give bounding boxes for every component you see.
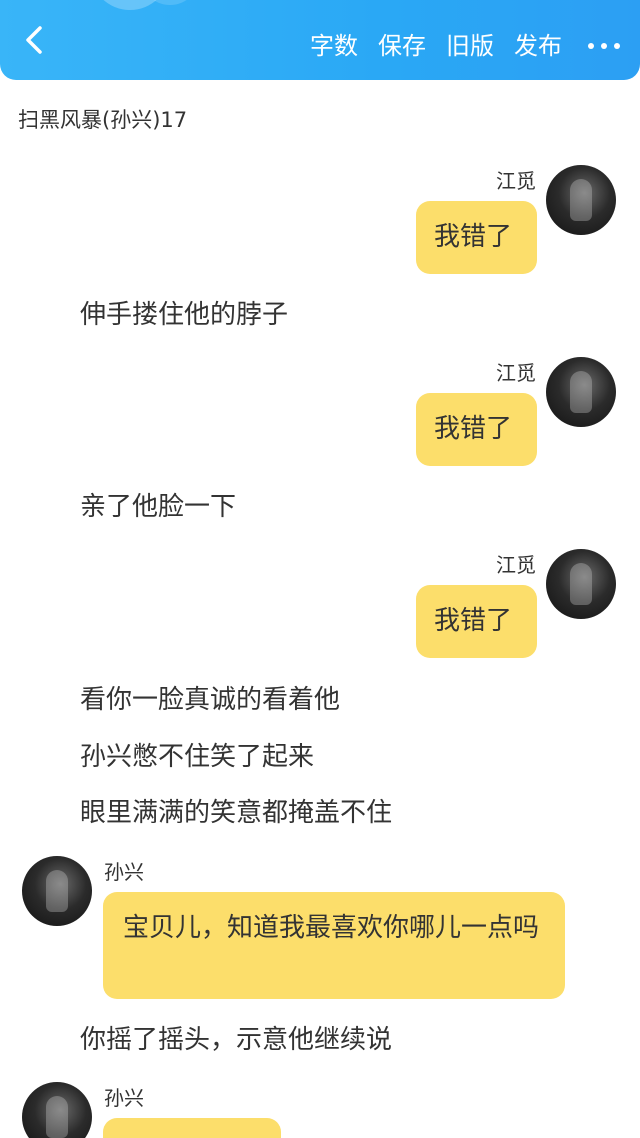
narration-text: 你摇了摇头，示意他继续说 bbox=[80, 1025, 393, 1055]
header-actions: 字数 保存 旧版 发布 bbox=[310, 26, 620, 66]
message-bubble bbox=[103, 1118, 281, 1138]
publish-button[interactable]: 发布 bbox=[514, 26, 562, 66]
narration-text: 亲了他脸一下 bbox=[80, 492, 237, 522]
speaker-name: 江觅 bbox=[496, 553, 536, 577]
message-bubble: 我错了 bbox=[416, 585, 537, 658]
avatar[interactable] bbox=[546, 165, 616, 235]
story-title: 扫黑风暴(孙兴)17 bbox=[18, 108, 188, 132]
speaker-name: 孙兴 bbox=[104, 1086, 144, 1110]
speaker-name: 孙兴 bbox=[104, 860, 144, 884]
speaker-name: 江觅 bbox=[496, 169, 536, 193]
save-button[interactable]: 保存 bbox=[378, 26, 426, 66]
chat-story-editor: 字数 保存 旧版 发布 扫黑风暴(孙兴)17 江觅 我错了 伸手搂住他的脖子 江… bbox=[0, 0, 640, 1138]
avatar[interactable] bbox=[22, 856, 92, 926]
narration-text: 伸手搂住他的脖子 bbox=[80, 300, 289, 330]
back-button[interactable] bbox=[18, 24, 50, 56]
avatar[interactable] bbox=[22, 1082, 92, 1138]
narration-text: 看你一脸真诚的看着他 bbox=[80, 685, 341, 715]
word-count-button[interactable]: 字数 bbox=[310, 26, 358, 66]
message-bubble: 宝贝儿，知道我最喜欢你哪儿一点吗 bbox=[103, 892, 565, 999]
avatar[interactable] bbox=[546, 549, 616, 619]
more-dots-icon[interactable] bbox=[588, 43, 620, 49]
chevron-left-icon bbox=[26, 26, 42, 54]
old-version-button[interactable]: 旧版 bbox=[446, 26, 494, 66]
avatar[interactable] bbox=[546, 357, 616, 427]
narration-text: 孙兴憋不住笑了起来 bbox=[80, 742, 315, 772]
message-bubble: 我错了 bbox=[416, 393, 537, 466]
speaker-name: 江觅 bbox=[496, 361, 536, 385]
message-bubble: 我错了 bbox=[416, 201, 537, 274]
top-app-bar: 字数 保存 旧版 发布 bbox=[0, 0, 640, 80]
narration-text: 眼里满满的笑意都掩盖不住 bbox=[80, 798, 393, 828]
